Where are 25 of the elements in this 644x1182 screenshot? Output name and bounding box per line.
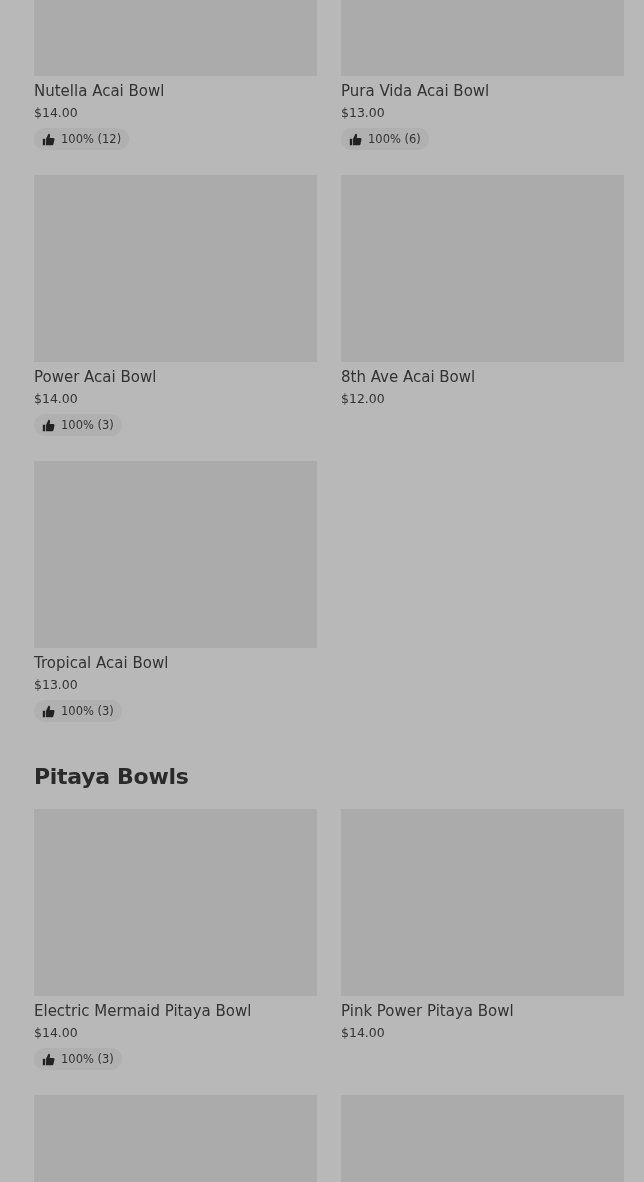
dish-name: Tropical Acai Bowl bbox=[34, 654, 170, 672]
thumbs-up-icon bbox=[349, 132, 362, 146]
dish-name: Nutella Acai Bowl bbox=[34, 82, 166, 100]
thumbs-up-icon bbox=[42, 132, 55, 146]
dish-name: Pura Vida Acai Bowl bbox=[341, 82, 491, 100]
dish-price: $14.00 bbox=[34, 105, 79, 120]
rating-text: 100% (3) bbox=[61, 418, 114, 432]
dish-price: $14.00 bbox=[34, 391, 79, 406]
rating-text: 100% (6) bbox=[368, 132, 421, 146]
thumbs-up-icon bbox=[42, 418, 55, 432]
section-heading: Pitaya Bowls bbox=[34, 763, 190, 791]
rating-text: 100% (3) bbox=[61, 704, 114, 718]
rating-text: 100% (3) bbox=[61, 1052, 114, 1066]
rating-text: 100% (12) bbox=[61, 132, 122, 146]
thumbs-up-icon bbox=[42, 1052, 55, 1066]
dish-price: $13.00 bbox=[341, 105, 386, 120]
dish-price: $13.00 bbox=[34, 677, 79, 692]
dish-name: 8th Ave Acai Bowl bbox=[341, 368, 477, 386]
dish-name: Power Acai Bowl bbox=[34, 368, 158, 386]
thumbs-up-icon bbox=[42, 704, 55, 718]
dish-name: Electric Mermaid Pitaya Bowl bbox=[34, 1002, 253, 1020]
dish-price: $14.00 bbox=[34, 1025, 79, 1040]
dish-name: Pink Power Pitaya Bowl bbox=[341, 1002, 515, 1020]
dish-price: $12.00 bbox=[341, 391, 386, 406]
dish-price: $14.00 bbox=[341, 1025, 386, 1040]
